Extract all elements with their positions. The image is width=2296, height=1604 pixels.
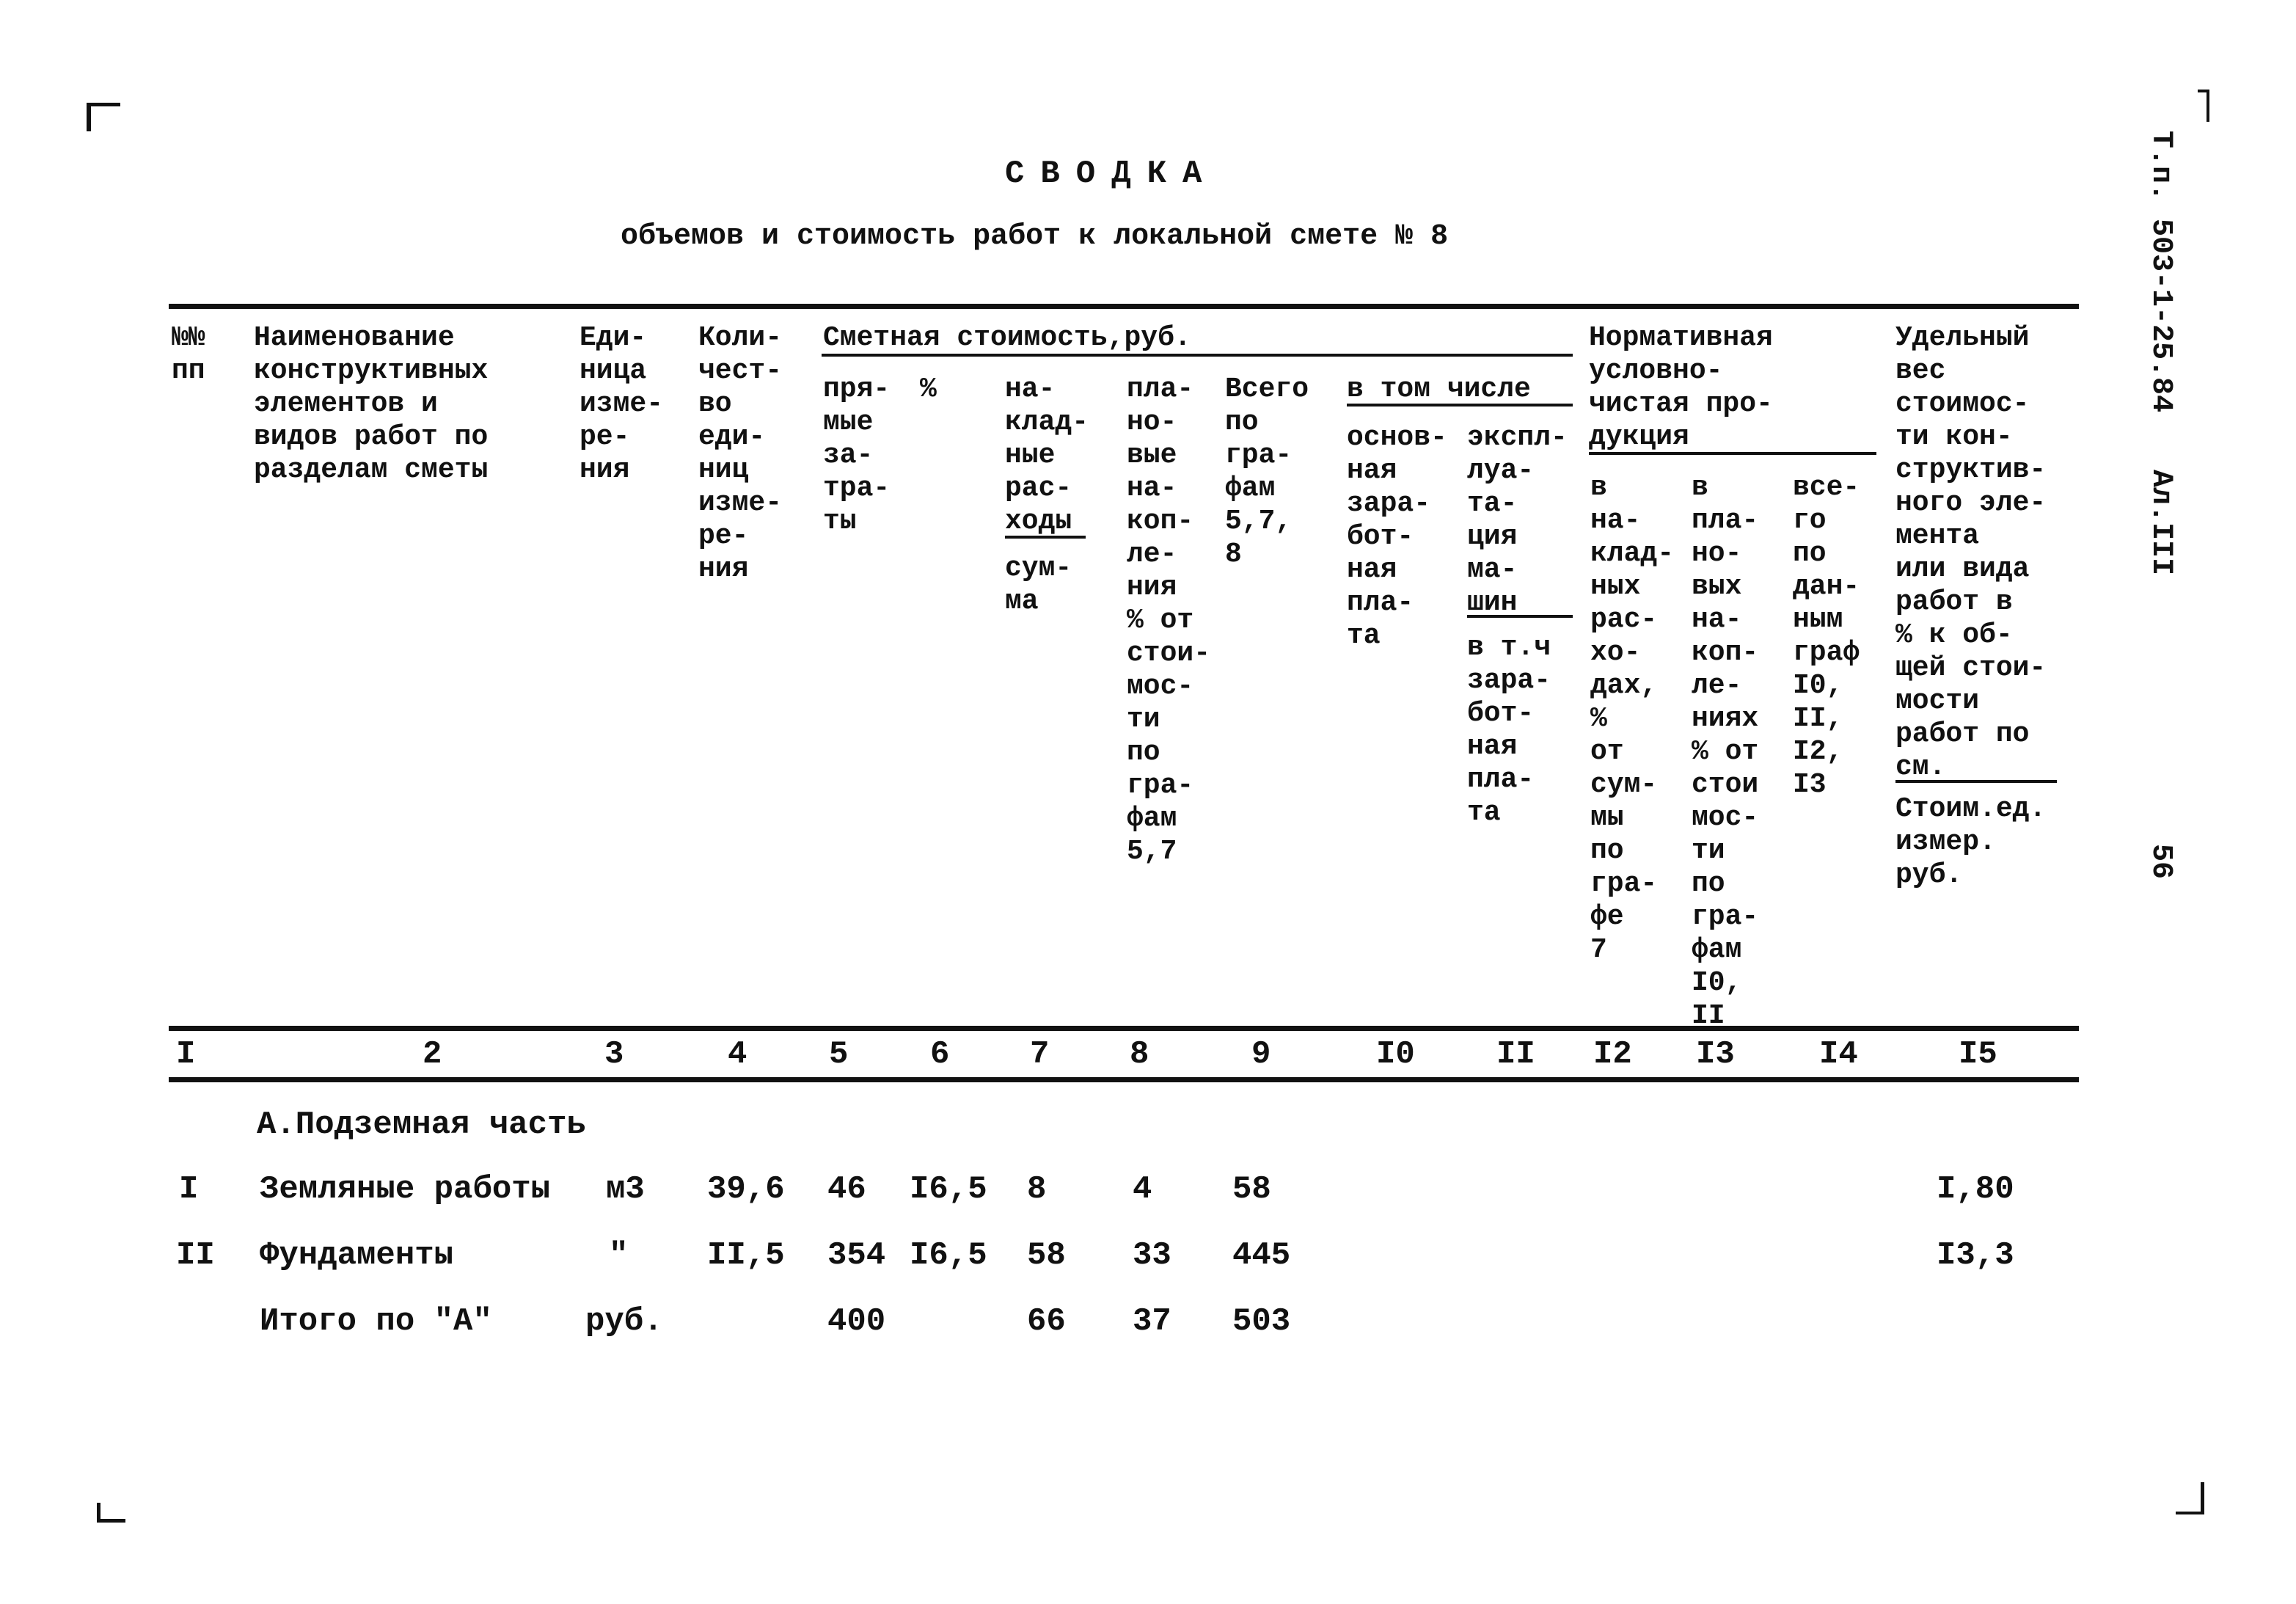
row-planned: 33 xyxy=(1133,1237,1171,1274)
column-number: 3 xyxy=(604,1036,624,1073)
page-number: 56 xyxy=(2144,844,2177,880)
row-name: Фундаменты xyxy=(260,1237,454,1274)
row-direct-costs: 354 xyxy=(827,1237,886,1274)
column-number: I2 xyxy=(1593,1036,1632,1073)
document-title: СВОДКА xyxy=(1005,156,1218,192)
corner-mark-top-right xyxy=(2198,90,2209,122)
row-unit: " xyxy=(609,1237,629,1274)
header-machine-operation: экспл- луа- та- ция ма- шин xyxy=(1467,422,1568,619)
corner-mark-bottom-right xyxy=(2176,1482,2204,1514)
row-overhead: 66 xyxy=(1027,1303,1066,1340)
header-planned-savings: пла- но- вые на- коп- ле- ния % от стои-… xyxy=(1127,373,1211,867)
corner-mark-bottom-left xyxy=(97,1503,125,1523)
header-name: Наименование конструктивных элементов и … xyxy=(254,322,489,486)
row-total: 445 xyxy=(1232,1237,1291,1274)
table-top-rule xyxy=(169,304,2079,309)
column-number: I0 xyxy=(1376,1036,1415,1073)
header-qty: Коли- чест- во еди- ниц изме- ре- ния xyxy=(698,322,783,585)
header-overhead: на- клад- ные рас- ходы xyxy=(1005,373,1089,537)
header-norm-overhead: в на- клад- ных рас- хо- дах, % от сум- … xyxy=(1590,472,1675,966)
row-direct-costs: 46 xyxy=(827,1171,866,1208)
column-number: 8 xyxy=(1130,1036,1149,1073)
row-direct-pct: I6,5 xyxy=(910,1171,987,1208)
header-unit-cost: Стоим.ед. измер. руб. xyxy=(1895,793,2047,891)
column-number: 7 xyxy=(1030,1036,1050,1073)
column-number: I5 xyxy=(1959,1036,1997,1073)
row-share: I,80 xyxy=(1937,1171,2014,1208)
column-number: 6 xyxy=(930,1036,950,1073)
header-cost-group: Сметная стоимость,руб. xyxy=(823,322,1191,354)
row-unit: руб. xyxy=(585,1303,663,1340)
header-bottom-rule xyxy=(169,1026,2079,1031)
column-number: I3 xyxy=(1696,1036,1735,1073)
header-norm-planned: в пла- но- вых на- коп- ле- ниях % от ст… xyxy=(1692,472,1759,1032)
header-unit: Еди- ница изме- ре- ния xyxy=(580,322,664,486)
header-share: Удельный вес стоимос- ти кон- структив- … xyxy=(1895,322,2047,783)
row-qty: 39,6 xyxy=(707,1171,785,1208)
header-direct-pct: % xyxy=(920,373,937,405)
row-num: II xyxy=(176,1237,215,1274)
row-total: 58 xyxy=(1232,1171,1271,1208)
section-title: А.Подземная часть xyxy=(257,1107,586,1143)
row-overhead: 8 xyxy=(1027,1171,1047,1208)
row-name: Итого по "А" xyxy=(260,1303,492,1340)
document-subtitle: объемов и стоимость работ к локальной см… xyxy=(621,220,1449,253)
row-num: I xyxy=(179,1171,199,1208)
header-machine-wage: в т.ч зара- бот- ная пла- та xyxy=(1467,632,1551,828)
row-overhead: 58 xyxy=(1027,1237,1066,1274)
header-base-wage: основ- ная зара- бот- ная пла- та xyxy=(1347,422,1447,652)
row-planned: 4 xyxy=(1133,1171,1152,1208)
overhead-underline xyxy=(1005,536,1086,539)
row-total: 503 xyxy=(1232,1303,1291,1340)
header-norm-total: все- го по дан- ным граф I0, II, I2, I3 xyxy=(1793,472,1860,801)
column-number: I xyxy=(176,1036,196,1073)
header-overhead-sum: сум- ма xyxy=(1005,553,1072,617)
column-number: I4 xyxy=(1819,1036,1858,1073)
header-incl-group: в том числе xyxy=(1347,373,1531,405)
header-total: Всего по гра- фам 5,7, 8 xyxy=(1225,373,1309,570)
header-direct-costs: пря- мые за- тра- ты xyxy=(823,373,891,537)
corner-mark-top-left xyxy=(87,103,120,131)
row-direct-costs: 400 xyxy=(827,1303,886,1340)
column-number: 4 xyxy=(728,1036,747,1073)
column-number: 5 xyxy=(829,1036,849,1073)
side-album-label: Ал.III xyxy=(2144,470,2177,576)
row-share: I3,3 xyxy=(1937,1237,2014,1274)
header-norm-group: Нормативная условно- чистая про- дукция xyxy=(1589,322,1773,453)
row-name: Земляные работы xyxy=(260,1171,551,1208)
column-number: 9 xyxy=(1251,1036,1271,1073)
header-num: №№ пп xyxy=(172,322,205,387)
side-project-code: Т.п. 503-1-25.84 xyxy=(2144,131,2177,413)
row-direct-pct: I6,5 xyxy=(910,1237,987,1274)
row-unit: м3 xyxy=(606,1171,645,1208)
row-qty: II,5 xyxy=(707,1237,785,1274)
column-numbers-bottom-rule xyxy=(169,1077,2079,1082)
column-number: II xyxy=(1496,1036,1535,1073)
column-number: 2 xyxy=(423,1036,442,1073)
row-planned: 37 xyxy=(1133,1303,1171,1340)
